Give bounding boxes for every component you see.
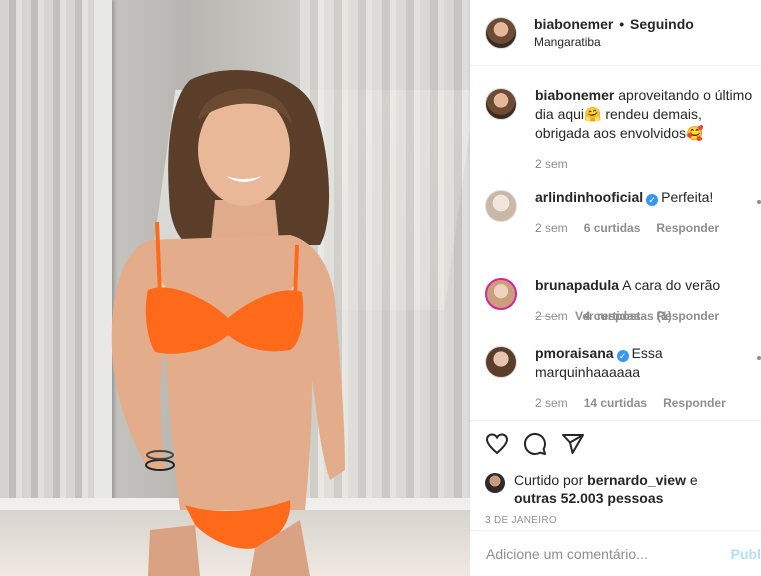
comment-text: Perfeita! [661, 189, 714, 205]
comment-like-icon[interactable] [757, 200, 761, 204]
person-illustration [111, 70, 345, 576]
comment-time[interactable]: 2 sem [535, 394, 568, 413]
reply-button[interactable]: Responder [663, 394, 726, 413]
caption-username[interactable]: biabonemer [535, 87, 614, 103]
likes-prefix: Curtido por [514, 472, 584, 488]
comment-username[interactable]: brunapadula [535, 277, 619, 293]
comment-input[interactable] [486, 545, 716, 562]
post-location[interactable]: Mangaratiba [534, 33, 694, 51]
post-date[interactable]: 3 DE JANEIRO [485, 515, 746, 526]
post-header: biabonemer • Seguindo Mangaratiba [470, 0, 761, 66]
comment-like-icon[interactable] [757, 356, 761, 360]
comment-row: brunapadula A cara do verão 2 sem 4 curt… [485, 276, 761, 326]
post-sidebar: biabonemer • Seguindo Mangaratiba biabon… [470, 0, 761, 576]
liker-avatar[interactable] [485, 473, 505, 493]
verified-badge-icon: ✓ [646, 194, 659, 206]
post-actions: Curtido por bernardo_view e outras 52.00… [470, 420, 761, 526]
separator-dot: • [619, 15, 625, 32]
comment-likes[interactable]: 6 curtidas [584, 219, 641, 238]
comment-row: pmoraisana ✓ Essa marquinhaaaaaa 2 sem 14 … [485, 344, 761, 413]
comment-text: A cara do verão [622, 277, 721, 293]
comment-likes[interactable]: 4 curtidas [584, 307, 641, 326]
comment-avatar[interactable] [485, 278, 517, 310]
author-avatar[interactable] [485, 16, 517, 49]
comment-time[interactable]: 2 sem [535, 307, 568, 326]
share-icon[interactable] [561, 432, 585, 456]
likes-others[interactable]: outras 52.003 pessoas [514, 490, 663, 506]
likes-conj: e [689, 472, 698, 488]
likes-summary: Curtido por bernardo_view e outras 52.00… [485, 471, 746, 507]
action-icons [485, 431, 746, 457]
liker-username[interactable]: bernardo_view [587, 472, 686, 488]
add-comment-bar: Publ [470, 530, 761, 576]
caption-avatar[interactable] [485, 88, 517, 120]
publish-button[interactable]: Publ [731, 546, 761, 562]
caption-row: biabonemer aproveitando o último dia aqu… [485, 86, 761, 174]
follow-status-button[interactable]: Seguindo [630, 16, 694, 32]
verified-badge-icon: ✓ [616, 350, 629, 362]
comment-username[interactable]: pmoraisana [535, 345, 614, 361]
reply-button[interactable]: Responder [656, 219, 719, 238]
author-info: biabonemer • Seguindo Mangaratiba [534, 15, 694, 51]
comment-likes[interactable]: 14 curtidas [584, 394, 647, 413]
comment-avatar[interactable] [485, 346, 517, 378]
reply-button[interactable]: Responder [656, 307, 719, 326]
post-photo[interactable] [0, 0, 470, 576]
comment-row: arlindinhooficial ✓ Perfeita! 2 sem 6 curt… [485, 188, 761, 238]
comment-time[interactable]: 2 sem [535, 219, 568, 238]
comment-icon[interactable] [523, 432, 547, 456]
comment-avatar[interactable] [485, 190, 517, 222]
author-username[interactable]: biabonemer [534, 16, 613, 32]
comment-username[interactable]: arlindinhooficial [535, 189, 643, 205]
caption-time[interactable]: 2 sem [535, 155, 568, 174]
heart-icon[interactable] [485, 432, 509, 456]
